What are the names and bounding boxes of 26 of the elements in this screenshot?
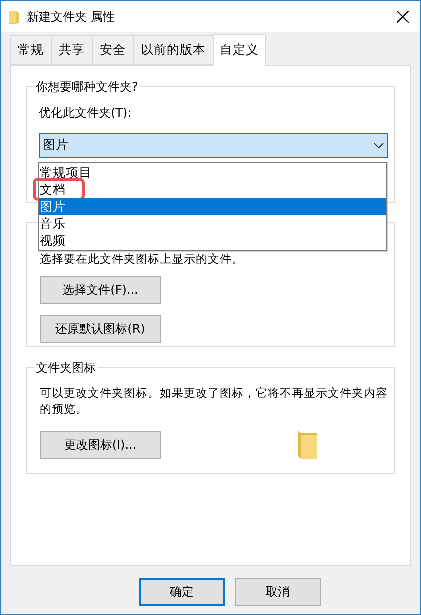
dialog-button[interactable]: 取消 [235, 578, 321, 606]
folder-icon [9, 10, 19, 24]
change-icon-button[interactable]: 更改图标(I)... [40, 431, 161, 459]
chevron-down-icon [374, 142, 384, 148]
dropdown-option[interactable]: 图片 [39, 198, 386, 215]
dropdown-option[interactable]: 文档 [36, 181, 82, 198]
window-title: 新建文件夹 属性 [27, 8, 115, 26]
group-title: 你想要哪种文件夹? [34, 78, 140, 96]
folder-icon [298, 431, 317, 459]
tab[interactable]: 共享 [51, 35, 92, 65]
close-icon[interactable] [397, 10, 409, 22]
dropdown[interactable]: 图片 [39, 133, 388, 158]
tab[interactable]: 常规 [10, 35, 51, 65]
dialog-button[interactable]: 确定 [139, 578, 225, 606]
field-label: 优化此文件夹(T): [39, 105, 132, 122]
tab[interactable]: 以前的版本 [133, 35, 213, 65]
push-button[interactable]: 选择文件(F)... [40, 276, 161, 304]
description: 可以更改文件夹图标。如果更改了图标，它将不再显示文件夹内容的预览。 [40, 385, 389, 417]
dropdown-option[interactable]: 视频 [39, 232, 386, 249]
push-button[interactable]: 还原默认图标(R) [40, 315, 161, 344]
tab[interactable]: 安全 [92, 35, 133, 65]
tab[interactable]: 自定义 [213, 34, 266, 66]
dropdown-option[interactable]: 音乐 [39, 215, 386, 232]
dropdown-option[interactable]: 常规项目 [39, 164, 386, 181]
description: 选择要在此文件夹图标上显示的文件。 [40, 251, 245, 268]
group-title: 文件夹图标 [34, 359, 98, 377]
